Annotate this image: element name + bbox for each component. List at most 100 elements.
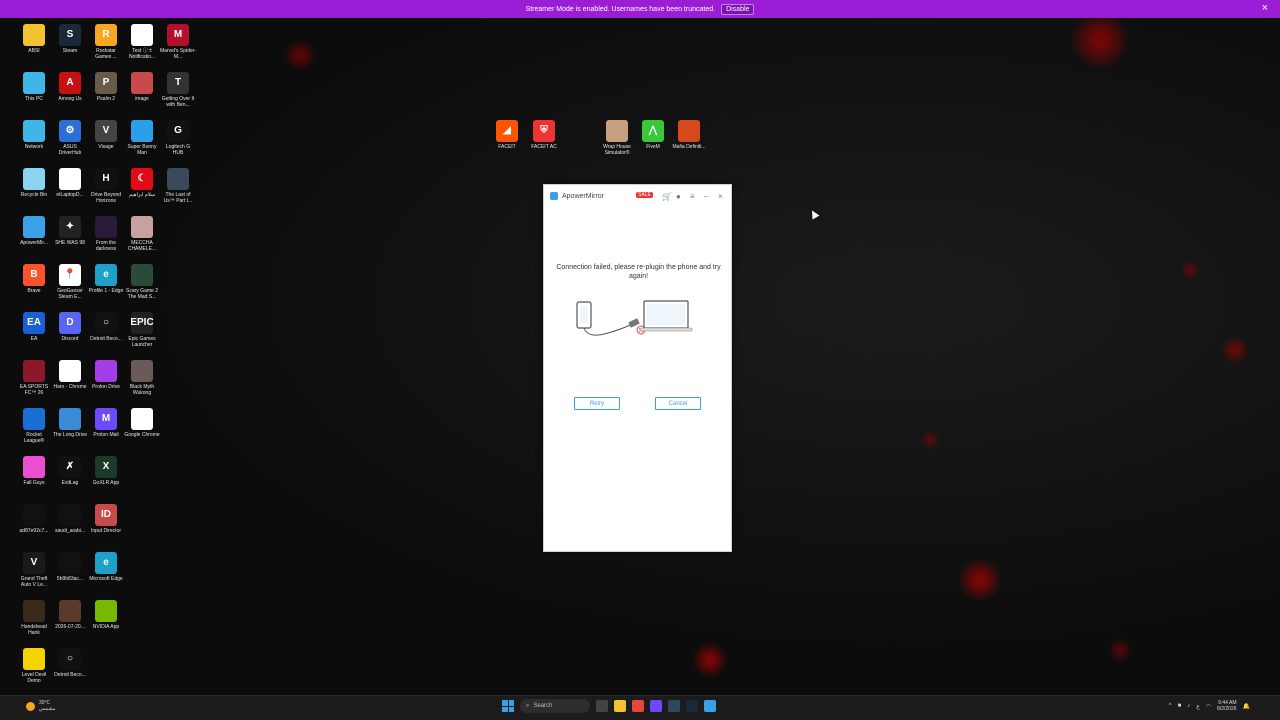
desktop-icon-label: FACEIT: [498, 144, 516, 150]
desktop-icon[interactable]: ID Input Director: [88, 504, 124, 534]
desktop-icon[interactable]: 5b9b83ac...: [52, 552, 88, 582]
desktop-icon[interactable]: Scary Game 2 The Mad S...: [124, 264, 160, 300]
desktop-icon[interactable]: The Long Drive: [52, 408, 88, 438]
app-icon: S: [59, 24, 81, 46]
desktop-icon[interactable]: ⛨ FACEIT AC: [526, 120, 562, 150]
desktop-icon[interactable]: Mafia Definiti...: [671, 120, 707, 150]
desktop-icon[interactable]: saudi_arabi...: [52, 504, 88, 534]
desktop-icon[interactable]: S Steam: [52, 24, 88, 54]
menu-icon[interactable]: ≡: [690, 192, 695, 201]
desktop-icon[interactable]: The Last of Us™ Part I...: [160, 168, 196, 204]
cart-icon[interactable]: 🛒: [662, 192, 672, 201]
desktop-icon-label: Profile 1 - Edge: [88, 288, 124, 294]
desktop-icon[interactable]: P Psalm 2: [88, 72, 124, 102]
app-icon: [23, 360, 45, 382]
app-icon: [59, 408, 81, 430]
desktop-icon[interactable]: B Brave: [16, 264, 52, 294]
desktop-icon-label: Getting Over It with Ben...: [161, 96, 195, 108]
desktop-icon[interactable]: X GoXLR App: [88, 456, 124, 486]
desktop-icon[interactable]: image: [124, 72, 160, 102]
steam-icon[interactable]: [686, 700, 698, 712]
desktop-icon[interactable]: G Haro - Chrome: [52, 360, 88, 390]
desktop-icon[interactable]: Proton Drive: [88, 360, 124, 390]
desktop-icon[interactable]: Black Myth Wukong: [124, 360, 160, 396]
cancel-button[interactable]: Cancel: [655, 397, 701, 410]
apowermirror-taskbar-icon[interactable]: [704, 700, 716, 712]
desktop-icon[interactable]: ◢ FACEIT: [489, 120, 525, 150]
minimize-button[interactable]: –: [704, 192, 708, 201]
desktop-icon[interactable]: Handshead Hank: [16, 600, 52, 636]
desktop-icon[interactable]: This PC: [16, 72, 52, 102]
desktop-icon[interactable]: ABSI: [16, 24, 52, 54]
desktop-icon[interactable]: Wrap House Simulator®: [599, 120, 635, 156]
desktop-icon[interactable]: V Visage: [88, 120, 124, 150]
chevron-up-icon[interactable]: ^: [1169, 703, 1172, 709]
desktop-icon[interactable]: GetLaptopD...: [52, 168, 88, 198]
clock[interactable]: 9:44 AM 8/2/2026: [1217, 700, 1236, 712]
sale-badge[interactable]: SALE: [636, 192, 653, 198]
start-button[interactable]: [502, 700, 514, 712]
retry-button[interactable]: Retry: [574, 397, 620, 410]
desktop-icon[interactable]: R Rockstar Games ...: [88, 24, 124, 60]
desktop-icon[interactable]: ○ Detroit Beco...: [88, 312, 124, 342]
desktop-icon-label: Steam: [62, 48, 78, 54]
desktop-icon[interactable]: Super Bunny Man: [124, 120, 160, 156]
wifi-icon[interactable]: ◠: [1206, 703, 1211, 710]
desktop-icon[interactable]: ✗ ExitLag: [52, 456, 88, 486]
desktop-icon[interactable]: From the darkness: [88, 216, 124, 252]
desktop-icon[interactable]: G Google Chrome: [124, 408, 160, 438]
apowermirror-window[interactable]: ApowerMirror SALE 🛒 ● ≡ – × Connection f…: [543, 184, 732, 552]
language-indicator[interactable]: ع: [1196, 703, 1200, 710]
desktop-icon[interactable]: MECCHA CHAMELE...: [124, 216, 160, 252]
desktop-icon[interactable]: 📍 GeoGuessr Steam E...: [52, 264, 88, 300]
desktop-icon[interactable]: V Grand Theft Auto V Le...: [16, 552, 52, 588]
close-button[interactable]: ×: [718, 192, 723, 201]
weather-widget[interactable]: 30°C مشمس: [26, 700, 55, 712]
desktop-icon[interactable]: 2026-07-20...: [52, 600, 88, 630]
proton-icon[interactable]: [650, 700, 662, 712]
desktop-icon[interactable]: M Proton Mail: [88, 408, 124, 438]
desktop-icon[interactable]: EPIC Epic Games Launcher: [124, 312, 160, 348]
desktop-icon[interactable]: ad87e92c7...: [16, 504, 52, 534]
desktop-icon[interactable]: ⚙ ASUS DriverHub: [52, 120, 88, 156]
desktop-icon[interactable]: ApowerMir...: [16, 216, 52, 246]
desktop-icon[interactable]: ☾ سلام ابراهيم: [124, 168, 160, 198]
desktop-icon[interactable]: EA EA: [16, 312, 52, 342]
desktop-icon[interactable]: A Among Us: [52, 72, 88, 102]
desktop-icon-label: 2026-07-20...: [55, 624, 85, 630]
banner-close-icon[interactable]: ×: [1262, 2, 1268, 14]
tray-app-icon[interactable]: ■: [1178, 703, 1182, 709]
app-icon[interactable]: [668, 700, 680, 712]
speaker-tray-icon[interactable]: ♪: [1187, 703, 1190, 709]
desktop-icon[interactable]: Recycle Bin: [16, 168, 52, 198]
notification-bell-icon[interactable]: 🔔: [1243, 703, 1250, 710]
desktop-icon[interactable]: D Discord: [52, 312, 88, 342]
avatar-icon[interactable]: ●: [676, 192, 681, 201]
taskbar-search[interactable]: ⌕ Search: [520, 699, 590, 713]
desktop-icon-label: ExitLag: [61, 480, 79, 486]
app-icon: ⚙: [59, 120, 81, 142]
desktop-icon-label: Test ⓘ ± Notificatio...: [128, 48, 156, 60]
desktop-icon[interactable]: NVIDIA App: [88, 600, 124, 630]
desktop-icon[interactable]: G Logitech G HUB: [160, 120, 196, 156]
desktop-icon[interactable]: Rocket League®: [16, 408, 52, 444]
desktop-icon[interactable]: ○ Detroit Beco...: [52, 648, 88, 678]
app-icon: [131, 120, 153, 142]
desktop-icon[interactable]: Network: [16, 120, 52, 150]
desktop-icon[interactable]: Level Devil Demo: [16, 648, 52, 684]
window-title-bar: ApowerMirror: [550, 192, 604, 200]
task-view-icon[interactable]: [596, 700, 608, 712]
desktop-icon[interactable]: T Getting Over It with Ben...: [160, 72, 196, 108]
desktop-icon[interactable]: ✦ SHE WAS 98: [52, 216, 88, 246]
desktop-icon[interactable]: EA SPORTS FC™ 26: [16, 360, 52, 396]
disable-streamer-mode-button[interactable]: Disable: [721, 3, 755, 15]
desktop-icon[interactable]: G Test ⓘ ± Notificatio...: [124, 24, 160, 60]
chrome-icon[interactable]: [632, 700, 644, 712]
desktop-icon[interactable]: e Microsoft Edge: [88, 552, 124, 582]
desktop-icon[interactable]: ⋀ FiveM: [635, 120, 671, 150]
desktop-icon[interactable]: H Drive Beyond Horizons: [88, 168, 124, 204]
desktop-icon[interactable]: Fall Guys: [16, 456, 52, 486]
file-explorer-icon[interactable]: [614, 700, 626, 712]
desktop-icon[interactable]: M Marvel's Spider-M...: [160, 24, 196, 60]
desktop-icon[interactable]: e Profile 1 - Edge: [88, 264, 124, 294]
